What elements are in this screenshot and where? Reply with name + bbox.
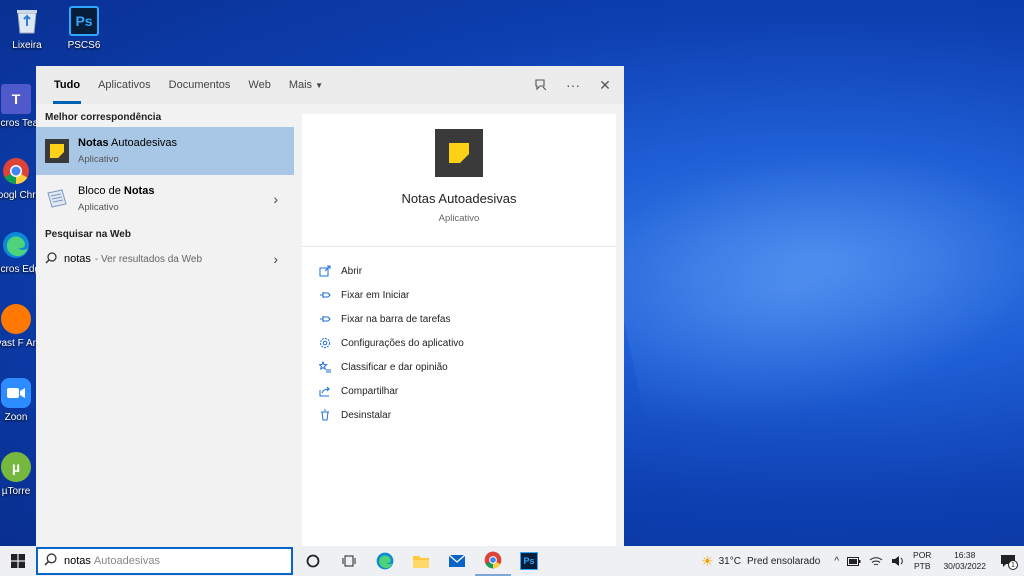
trash-icon (319, 409, 331, 421)
zoom-icon (1, 378, 31, 408)
start-button[interactable] (0, 546, 36, 576)
language-indicator[interactable]: POR PTB (913, 550, 931, 572)
action-uninstall[interactable]: Desinstalar (302, 403, 616, 427)
task-view-button[interactable] (331, 546, 367, 576)
volume-icon[interactable] (891, 555, 905, 567)
action-pin-taskbar[interactable]: Fixar na barra de tarefas (302, 307, 616, 331)
teams-icon: T (1, 84, 31, 114)
weather-widget[interactable]: ☀ 31°C Pred ensolarado (701, 553, 820, 570)
chrome-icon (484, 551, 502, 569)
app-type: Aplicativo (438, 213, 480, 224)
web-hint: - Ver resultados da Web (94, 253, 203, 265)
avast-icon (1, 304, 31, 334)
taskbar-edge[interactable] (367, 546, 403, 576)
file-explorer-icon (413, 556, 429, 568)
utorrent-icon: µ (1, 452, 31, 482)
tab-web[interactable]: Web (239, 66, 279, 104)
detail-pane: Notas Autoadesivas Aplicativo Abrir Fixa… (302, 114, 616, 546)
taskbar-search-box[interactable]: notas Autoadesivas (36, 547, 293, 575)
action-app-settings[interactable]: Configurações do aplicativo (302, 331, 616, 355)
best-match-header: Melhor correspondência (45, 112, 162, 123)
taskbar-file-explorer[interactable] (403, 546, 439, 576)
desktop-icon-recycle-bin[interactable]: Lixeira (1, 6, 53, 51)
taskbar: notas Autoadesivas Ps ☀ 31°C Pred ensola… (0, 546, 1024, 576)
edge-icon (376, 552, 394, 570)
search-suggestion-text: Autoadesivas (93, 555, 160, 567)
result-notepad[interactable]: Bloco de Notas Aplicativo › (36, 175, 294, 223)
result-subtitle: Aplicativo (78, 154, 119, 165)
action-share[interactable]: Compartilhar (302, 379, 616, 403)
edge-icon (1, 230, 31, 260)
search-tabs: Tudo Aplicativos Documentos Web Mais ▼ ··… (36, 66, 624, 104)
search-panel: Tudo Aplicativos Documentos Web Mais ▼ ··… (36, 66, 624, 546)
result-title: Bloco de Notas (78, 185, 155, 197)
notification-button[interactable]: 1 (1000, 554, 1018, 570)
open-icon (319, 265, 331, 277)
sun-icon: ☀ (701, 552, 714, 569)
taskbar-chrome[interactable] (475, 546, 511, 576)
result-title: Notas Autoadesivas (78, 137, 178, 149)
caret-down-icon: ▼ (315, 81, 323, 90)
more-icon[interactable]: ··· (564, 76, 582, 94)
sticky-notes-icon (45, 139, 69, 163)
cortana-icon (306, 554, 320, 568)
panel-tools: ··· ✕ (532, 66, 614, 104)
desktop-icon-label: PSCS6 (67, 40, 101, 51)
tab-tudo[interactable]: Tudo (45, 66, 89, 104)
tab-aplicativos[interactable]: Aplicativos (89, 66, 160, 104)
taskbar-mail[interactable] (439, 546, 475, 576)
close-icon[interactable]: ✕ (596, 76, 614, 94)
notification-icon: 1 (1000, 554, 1018, 570)
results-column: Melhor correspondência Notas Autoadesiva… (36, 104, 294, 546)
web-result[interactable]: notas - Ver resultados da Web › (36, 244, 294, 274)
chevron-right-icon[interactable]: › (273, 191, 278, 207)
battery-icon[interactable] (847, 556, 861, 566)
rate-icon (319, 361, 331, 373)
search-icon (45, 251, 57, 267)
result-sticky-notes[interactable]: Notas Autoadesivas Aplicativo (36, 127, 294, 175)
photoshop-icon: Ps (520, 552, 538, 570)
desktop-icon-label: Lixeira (12, 40, 42, 51)
mail-icon (448, 554, 466, 567)
result-subtitle: Aplicativo (78, 202, 119, 213)
clock[interactable]: 16:38 30/03/2022 (943, 550, 986, 572)
system-tray: ☀ 31°C Pred ensolarado ^ POR PTB 16:38 30/… (697, 546, 1024, 576)
action-open[interactable]: Abrir (302, 259, 616, 283)
web-query: notas (64, 253, 91, 265)
pin-taskbar-icon (319, 313, 331, 325)
search-icon (44, 553, 57, 569)
web-search-header: Pesquisar na Web (45, 229, 131, 240)
windows-icon (11, 554, 25, 568)
wallpaper-beam (597, 109, 1024, 451)
action-rate[interactable]: Classificar e dar opinião (302, 355, 616, 379)
photoshop-icon: Ps (69, 6, 99, 36)
chevron-right-icon[interactable]: › (273, 251, 278, 267)
tab-documentos[interactable]: Documentos (160, 66, 240, 104)
action-list: Abrir Fixar em Iniciar Fixar na barra de… (302, 247, 616, 427)
notepad-icon (45, 187, 69, 211)
chrome-icon (1, 156, 31, 186)
cortana-button[interactable] (295, 546, 331, 576)
desktop-icon-photoshop[interactable]: Ps PSCS6 (58, 6, 110, 51)
task-view-icon (342, 555, 356, 567)
feedback-icon[interactable] (532, 76, 550, 94)
tab-mais[interactable]: Mais ▼ (280, 66, 332, 104)
settings-icon (319, 337, 331, 349)
taskbar-photoshop[interactable]: Ps (511, 546, 547, 576)
recycle-bin-icon (12, 6, 42, 36)
chevron-up-icon[interactable]: ^ (834, 556, 839, 567)
app-hero: Notas Autoadesivas Aplicativo (302, 114, 616, 247)
search-typed-text: notas (64, 555, 91, 567)
pin-start-icon (319, 289, 331, 301)
action-pin-start[interactable]: Fixar em Iniciar (302, 283, 616, 307)
share-icon (319, 385, 331, 397)
sticky-notes-icon (435, 129, 483, 177)
network-icon[interactable] (869, 555, 883, 567)
app-title: Notas Autoadesivas (401, 191, 517, 206)
